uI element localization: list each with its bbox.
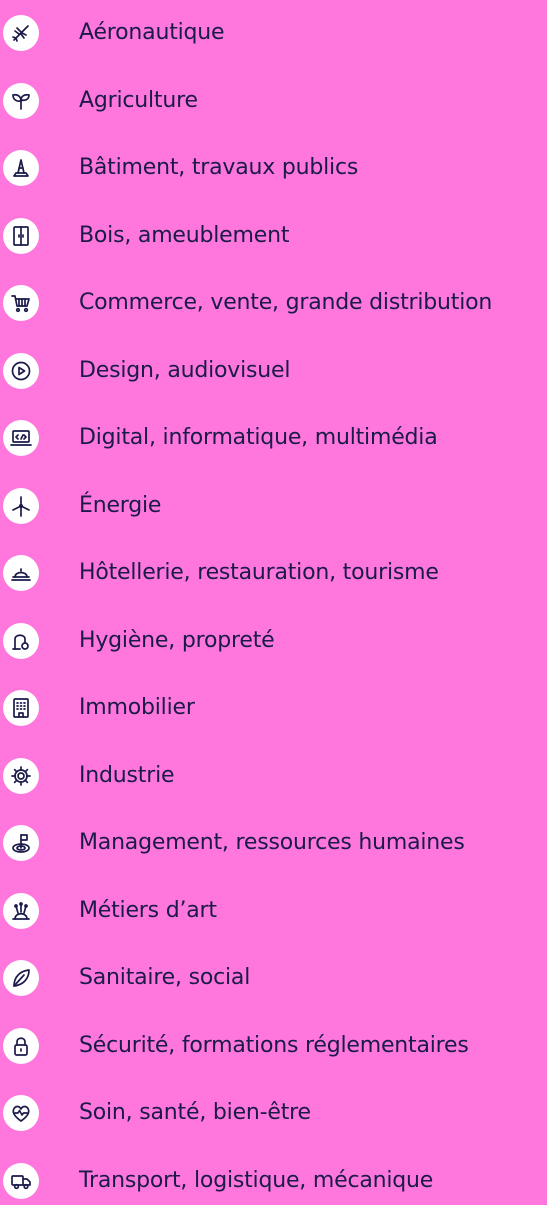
sector-item[interactable]: Soin, santé, bien-être [0,1079,547,1149]
sector-item[interactable]: Sécurité, formations réglementaires [0,1012,547,1082]
wardrobe-icon [13,225,29,246]
sector-label: Commerce, vente, grande distribution [79,290,493,315]
sector-label: Industrie [79,762,175,788]
sector-item[interactable]: Transport, logistique, mécanique [0,1147,547,1205]
sector-label: Énergie [79,492,162,518]
leaf-icon [13,969,30,987]
cloche-icon [11,568,31,581]
sector-label: Design, audiovisuel [79,357,291,383]
sector-icon-badge [3,757,39,794]
sector-icon-badge [3,82,39,119]
sector-icon-badge [3,150,39,186]
sector-icon-badge [3,1095,39,1131]
sector-label: Transport, logistique, mécanique [79,1167,434,1193]
play-circle-icon [11,361,31,380]
sector-icon-badge [3,1162,39,1199]
sector-item[interactable]: Design, audiovisuel [0,337,547,407]
sector-label: Agriculture [79,87,198,113]
padlock-icon [14,1036,28,1056]
sector-icon-badge [3,420,39,456]
sector-label: Bois, ameublement [79,222,290,248]
gear-icon [11,765,31,786]
sector-item[interactable]: Industrie [0,742,547,812]
sector-icon-badge [3,1027,39,1064]
sector-label: Bâtiment, travaux publics [79,155,359,180]
sector-icon-badge [3,217,39,254]
laptop-icon [10,430,32,446]
sector-label: Digital, informatique, multimédia [79,425,438,450]
sector-item[interactable]: Management, ressources humaines [0,809,547,879]
sector-item[interactable]: Aéronautique [0,0,547,69]
sector-icon-badge [3,960,39,996]
sector-label: Hygiène, propreté [79,627,275,653]
plane-icon [12,25,29,42]
sector-label: Sanitaire, social [79,965,251,990]
heart-pulse-icon [12,1105,30,1122]
pincushion-icon [12,901,30,920]
wind-turbine-icon [12,495,30,517]
sector-icon-badge [3,825,39,861]
sector-icon-badge [3,622,39,659]
sector-icon-badge [3,690,39,726]
sector-label: Hôtellerie, restauration, tourisme [79,560,439,585]
sector-icon-badge [3,555,39,591]
sector-item[interactable]: Énergie [0,472,547,542]
vacuum-cleaner-icon [12,633,29,650]
sector-item[interactable]: Hygiène, propreté [0,607,547,677]
building-icon [13,698,29,718]
sector-item[interactable]: Sanitaire, social [0,944,547,1014]
traffic-cone-icon [13,159,29,177]
sector-label: Immobilier [79,695,195,720]
sector-label: Management, ressources humaines [79,830,465,855]
sector-label: Aéronautique [79,20,225,45]
sector-item[interactable]: Hôtellerie, restauration, tourisme [0,539,547,609]
sector-item[interactable]: Métiers d’art [0,877,547,947]
sector-icon-badge [3,892,39,929]
sector-item[interactable]: Commerce, vente, grande distribution [0,269,547,339]
sector-list-canvas: Aéronautique Agriculture Bâtiment, travaux… [0,0,547,1205]
target-flag-icon [12,834,30,853]
sector-item[interactable]: Agriculture [0,67,547,137]
sprout-icon [12,93,30,110]
sector-icon-badge [3,352,39,389]
sector-icon-badge [3,15,39,51]
sector-icon-badge [3,285,39,321]
sector-item[interactable]: Bâtiment, travaux publics [0,134,547,204]
sector-item[interactable]: Immobilier [0,674,547,744]
shopping-cart-icon [11,295,30,313]
sector-icon-badge [3,487,39,524]
sector-label: Métiers d’art [79,897,217,923]
sector-item[interactable]: Digital, informatique, multimédia [0,404,547,474]
sector-item[interactable]: Bois, ameublement [0,202,547,272]
sector-label: Soin, santé, bien-être [79,1100,311,1125]
sector-label: Sécurité, formations réglementaires [79,1032,469,1058]
truck-icon [11,1174,31,1189]
